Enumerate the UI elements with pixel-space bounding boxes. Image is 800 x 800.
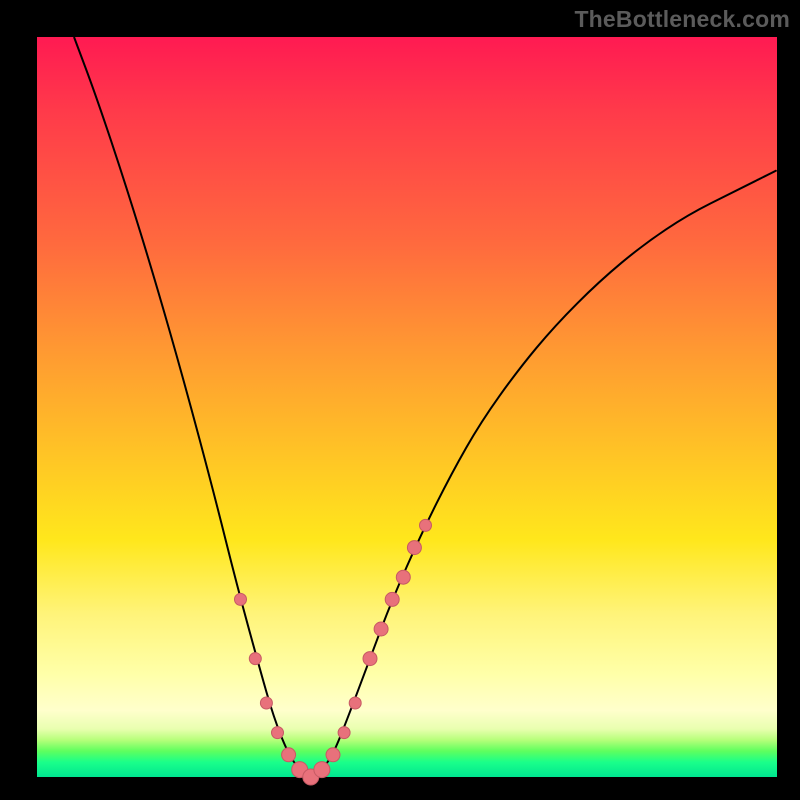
data-point: [282, 748, 296, 762]
data-point: [385, 592, 399, 606]
data-point: [249, 653, 261, 665]
data-point: [407, 541, 421, 555]
data-point: [326, 748, 340, 762]
data-point: [235, 593, 247, 605]
data-point: [338, 727, 350, 739]
marker-group: [235, 519, 432, 785]
bottleneck-curve: [74, 37, 777, 775]
chart-frame: TheBottleneck.com: [0, 0, 800, 800]
data-point: [314, 762, 330, 778]
data-point: [272, 727, 284, 739]
data-point: [349, 697, 361, 709]
data-point: [374, 622, 388, 636]
data-point: [260, 697, 272, 709]
chart-svg: [37, 37, 777, 777]
data-point: [363, 652, 377, 666]
watermark-label: TheBottleneck.com: [574, 8, 790, 31]
data-point: [396, 570, 410, 584]
data-point: [420, 519, 432, 531]
